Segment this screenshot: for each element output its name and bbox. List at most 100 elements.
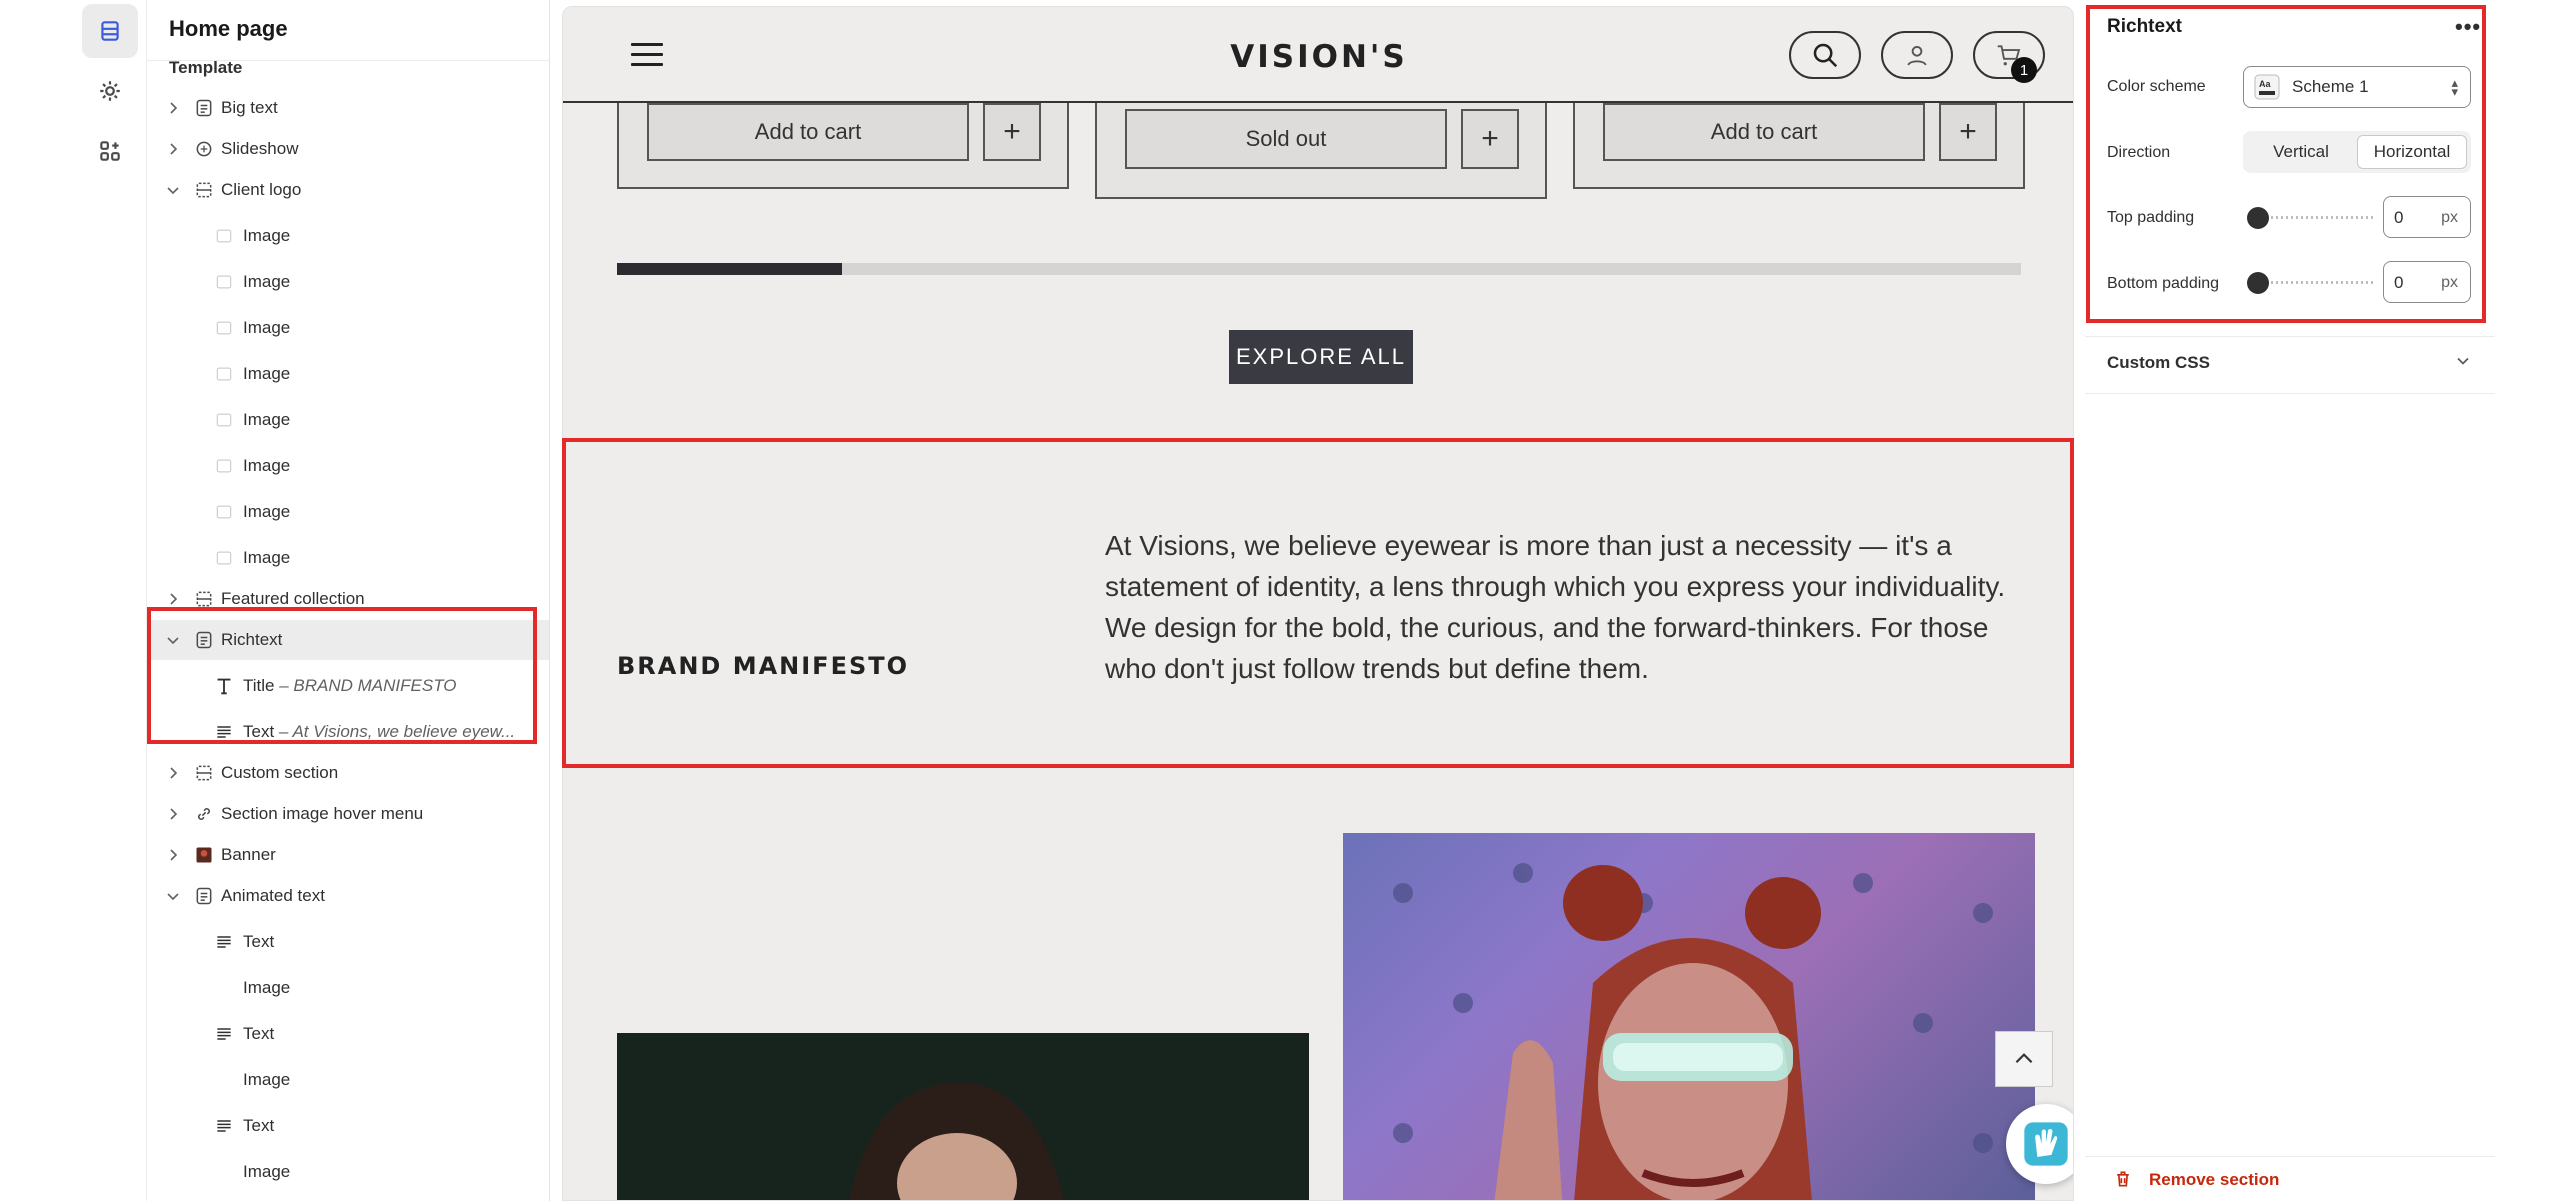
tree-item-label: Big text — [221, 98, 278, 117]
tree-section-item[interactable]: Custom section — [147, 753, 549, 793]
slider-progress-fill — [617, 263, 842, 275]
tree-block-item[interactable]: Image — [147, 492, 549, 532]
quick-add-button[interactable]: + — [1461, 109, 1519, 169]
slider-progress-bar[interactable] — [617, 263, 2021, 275]
chevron-right-icon[interactable] — [165, 765, 181, 781]
tree-block-item[interactable]: Image — [147, 262, 549, 302]
tree-item-label: Client logo — [221, 180, 302, 199]
tree-block-item[interactable]: Text — [147, 1014, 549, 1054]
product-card: Add to cart + — [617, 103, 1069, 189]
image-icon — [213, 271, 235, 293]
banner-image-left — [617, 1033, 1309, 1200]
tree-item-label: Image — [243, 1162, 291, 1181]
section-tree-panel: Home page Template Big text Slideshow Clie… — [147, 0, 550, 1201]
add-to-cart-button[interactable]: Add to cart — [1603, 103, 1925, 161]
image-icon — [213, 501, 235, 523]
app-icon-rail — [0, 0, 147, 1201]
image-icon — [213, 455, 235, 477]
section-grid-icon — [193, 762, 215, 784]
tree-item-label: Banner — [221, 845, 276, 864]
image-icon — [213, 225, 235, 247]
cart-button[interactable]: 1 — [1973, 31, 2045, 83]
tree-block-item[interactable]: Image — [147, 968, 549, 1008]
theme-settings-nav-button[interactable] — [82, 64, 138, 118]
tree-block-item[interactable]: Image — [147, 1152, 549, 1192]
chevron-down-icon[interactable] — [165, 888, 181, 904]
chevron-up-icon — [2015, 1053, 2033, 1064]
product-card: Add to cart + — [1573, 103, 2025, 189]
tree-section-item[interactable]: Client logo — [147, 170, 549, 210]
portrait-photo — [849, 1082, 1064, 1200]
add-to-cart-button[interactable]: Add to cart — [647, 103, 969, 161]
tree-item-label: Featured collection — [221, 589, 365, 608]
tree-block-item[interactable]: Image — [147, 354, 549, 394]
chevron-right-icon[interactable] — [165, 141, 181, 157]
remove-section-button[interactable]: Remove section — [2085, 1156, 2495, 1201]
text-lines-icon — [213, 931, 235, 953]
image-icon — [213, 409, 235, 431]
remove-section-label: Remove section — [2149, 1170, 2280, 1189]
woman-with-visor-illustration — [1393, 863, 1993, 1200]
tree-item-label: Animated text — [221, 886, 325, 905]
scroll-to-top-button[interactable] — [1995, 1031, 2053, 1087]
tree-block-item[interactable]: Image — [147, 1060, 549, 1100]
chevron-down-icon — [2457, 357, 2469, 365]
section-grid-icon — [193, 179, 215, 201]
manifesto-highlight-box — [562, 438, 2074, 768]
link-icon — [193, 803, 215, 825]
tree-section-item[interactable]: Slideshow — [147, 129, 549, 169]
tree-block-item[interactable]: Image — [147, 538, 549, 578]
sections-icon — [101, 21, 119, 41]
tree-block-item[interactable]: Text — [147, 1106, 549, 1146]
tree-item-label: Image — [243, 978, 291, 997]
tree-item-label: Image — [243, 1070, 291, 1089]
tree-block-item[interactable]: Text — [147, 922, 549, 962]
cart-count-badge: 1 — [2011, 57, 2037, 83]
chevron-right-icon[interactable] — [165, 806, 181, 822]
tree-item-label: Text — [243, 932, 275, 951]
tree-section-item[interactable]: Animated text — [147, 876, 549, 916]
tree-block-item[interactable]: Image — [147, 308, 549, 348]
sections-nav-button[interactable] — [82, 4, 138, 58]
tree-section-item[interactable]: Banner — [147, 835, 549, 875]
chevron-right-icon[interactable] — [165, 591, 181, 607]
sold-out-button[interactable]: Sold out — [1125, 109, 1447, 169]
quick-add-button[interactable]: + — [1939, 103, 1997, 161]
custom-css-row[interactable]: Custom CSS — [2085, 336, 2495, 394]
tree-item-label: Image — [243, 502, 291, 521]
image-icon — [213, 363, 235, 385]
document-icon — [193, 885, 215, 907]
chevron-right-icon[interactable] — [165, 847, 181, 863]
tree-item-label: Image — [243, 410, 291, 429]
tree-item-label: Image — [243, 456, 291, 475]
document-icon — [193, 97, 215, 119]
tree-block-item[interactable]: Image — [147, 216, 549, 256]
tree-item-label: Text — [243, 1024, 275, 1043]
tree-item-label: Image — [243, 318, 291, 337]
tree-item-label: Image — [243, 548, 291, 567]
quick-add-button[interactable]: + — [983, 103, 1041, 161]
template-group-label: Template — [169, 58, 243, 77]
gear-icon — [100, 81, 120, 101]
chevron-right-icon[interactable] — [165, 100, 181, 116]
product-card: Sold out + — [1095, 103, 1547, 199]
store-header: VISION'S 1 — [563, 7, 2073, 103]
tree-block-item[interactable]: Image — [147, 446, 549, 486]
text-lines-icon — [213, 1115, 235, 1137]
settings-highlight-box — [2086, 5, 2486, 323]
app-embeds-nav-button[interactable] — [82, 124, 138, 178]
search-button[interactable] — [1789, 31, 1861, 79]
tree-item-label: Custom section — [221, 763, 339, 782]
richtext-highlight-box — [147, 607, 537, 744]
custom-css-label: Custom CSS — [2107, 353, 2210, 372]
tree-section-item[interactable]: Big text — [147, 88, 549, 128]
user-icon — [1907, 45, 1927, 66]
tree-block-item[interactable]: Image — [147, 400, 549, 440]
explore-all-button[interactable]: EXPLORE ALL — [1229, 330, 1413, 384]
tree-item-label: Text — [243, 1116, 275, 1135]
account-button[interactable] — [1881, 31, 1953, 79]
search-icon — [1813, 43, 1838, 68]
tree-section-item[interactable]: Section image hover menu — [147, 794, 549, 834]
image-icon — [213, 547, 235, 569]
chevron-down-icon[interactable] — [165, 182, 181, 198]
